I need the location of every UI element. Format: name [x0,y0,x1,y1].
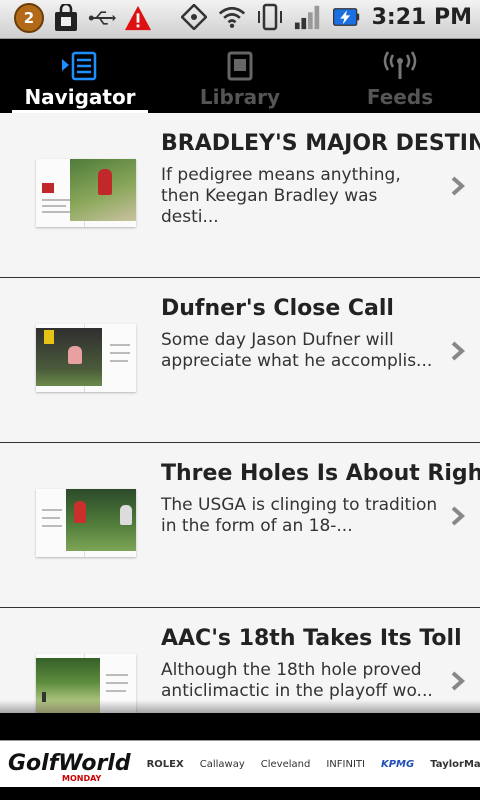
sponsor-infiniti: INFINITI [326,758,365,770]
clock-time: 3:21 PM [371,4,472,30]
golfworld-brand: GolfWorld [8,751,131,776]
golfworld-logo: GolfWorld MONDAY [8,751,131,784]
chevron-right-icon[interactable] [450,175,466,197]
tab-library-label: Library [199,85,281,109]
article-summary: Some day Jason Dufner will appreciate wh… [161,330,433,371]
feeds-broadcast-icon [383,51,417,81]
chevron-right-icon[interactable] [450,670,466,692]
golfworld-sub: MONDAY [62,774,102,783]
battery-charging-icon [332,3,360,31]
article-summary: If pedigree means anything, then Keegan … [161,165,401,227]
tab-navigator[interactable]: Navigator [0,39,160,113]
tab-library[interactable]: Library [160,39,320,113]
article-thumbnail [36,159,136,227]
sponsor-taylormade: TaylorMade [430,758,480,770]
article-title: Three Holes Is About Right [161,461,480,486]
article-row[interactable]: BRADLEY'S MAJOR DESTINY If pedigree mean… [0,113,480,278]
list-bottom-fade [0,700,480,740]
sponsor-kpmg: KPMG [380,758,415,770]
sponsor-rolex: ROLEX [146,758,184,770]
vibrate-icon [256,3,284,31]
tab-bar: Navigator Library Feeds [0,39,480,113]
article-row[interactable]: Dufner's Close Call Some day Jason Dufne… [0,278,480,443]
shopping-bag-icon [52,4,80,32]
navigator-list-icon [60,51,100,81]
system-icons: 3:21 PM [180,3,472,31]
article-thumbnail [36,324,136,392]
notification-count-badge: 2 [14,3,44,33]
library-icon [225,51,255,81]
article-row[interactable]: AAC's 18th Takes Its Toll Although the 1… [0,608,480,713]
tab-feeds[interactable]: Feeds [320,39,480,113]
warning-icon [124,4,152,32]
article-title: BRADLEY'S MAJOR DESTINY [161,131,480,156]
article-thumbnail [36,489,136,557]
sponsor-banner[interactable]: GolfWorld MONDAY ROLEX Callaway Clevelan… [0,740,480,787]
article-title: Dufner's Close Call [161,296,394,321]
chevron-right-icon[interactable] [450,340,466,362]
notification-icons[interactable]: 2 [14,3,152,33]
sponsor-callaway: Callaway [199,758,245,770]
gps-icon [180,3,208,31]
tab-feeds-label: Feeds [366,85,434,109]
article-summary: Although the 18th hole proved anticlimac… [161,660,433,701]
article-row[interactable]: Three Holes Is About Right The USGA is c… [0,443,480,608]
article-title: AAC's 18th Takes Its Toll [161,626,462,651]
wifi-icon [218,3,246,31]
usb-icon [88,4,116,32]
signal-icon [294,3,322,31]
article-list[interactable]: BRADLEY'S MAJOR DESTINY If pedigree mean… [0,113,480,713]
article-summary: The USGA is clinging to tradition in the… [161,495,438,536]
sponsor-cleveland: Cleveland [260,758,311,770]
chevron-right-icon[interactable] [450,505,466,527]
status-bar: 2 3:21 PM [0,0,480,39]
tab-navigator-label: Navigator [24,85,136,109]
